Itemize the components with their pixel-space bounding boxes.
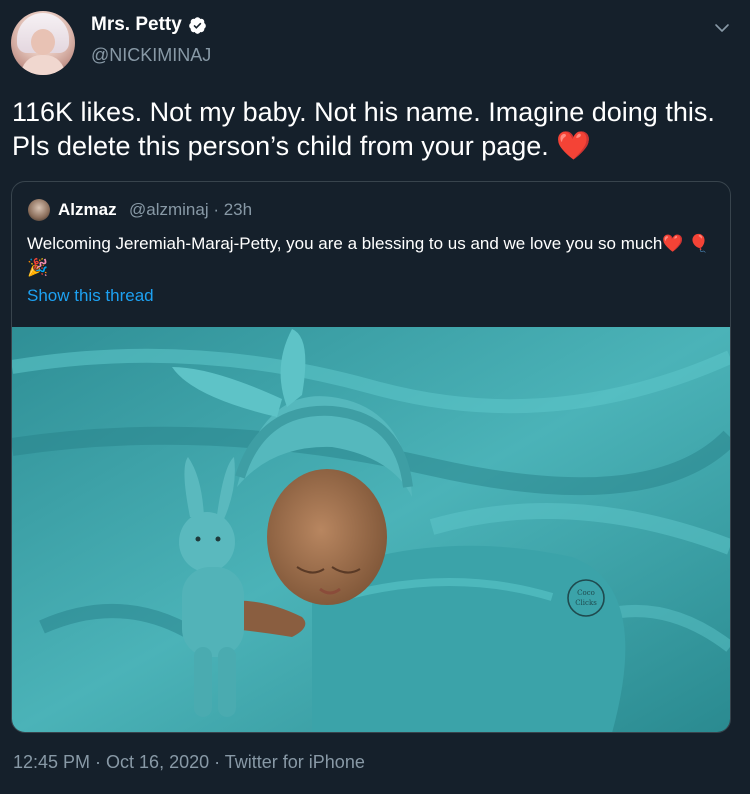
quoted-author-handle[interactable]: @alzminaj · 23h — [129, 200, 252, 220]
author-display-name[interactable]: Mrs. Petty — [91, 14, 207, 36]
baby-photo[interactable]: Coco Clicks — [12, 327, 730, 733]
tweet-timestamp[interactable]: 12:45 PM · Oct 16, 2020 · Twitter for iP… — [13, 752, 365, 773]
quoted-tweet[interactable]: Alzmaz @alzminaj · 23h Welcoming Jeremia… — [11, 181, 731, 733]
avatar-body — [21, 55, 65, 75]
photo-watermark-2: Clicks — [575, 599, 597, 607]
quoted-author-avatar[interactable] — [28, 199, 50, 221]
chevron-down-icon[interactable] — [714, 20, 730, 36]
author-avatar[interactable] — [11, 11, 75, 75]
show-thread-link[interactable]: Show this thread — [27, 286, 154, 306]
author-name-text[interactable]: Mrs. Petty — [91, 14, 182, 36]
tweet-text: 116K likes. Not my baby. Not his name. I… — [12, 97, 715, 161]
quoted-tweet-body: Welcoming Jeremiah-Maraj-Petty, you are … — [27, 232, 717, 280]
verified-badge-icon — [188, 16, 206, 34]
quoted-author-name[interactable]: Alzmaz — [58, 200, 117, 220]
tweet-body: 116K likes. Not my baby. Not his name. I… — [12, 96, 732, 163]
author-handle[interactable]: @NICKIMINAJ — [91, 45, 211, 66]
avatar-face — [31, 29, 55, 55]
photo-watermark: Coco — [577, 589, 595, 597]
quoted-tweet-text: Welcoming Jeremiah-Maraj-Petty, you are … — [27, 234, 663, 253]
tweet-card: Mrs. Petty @NICKIMINAJ 116K likes. Not m… — [0, 0, 750, 794]
red-heart-emoji: ❤️ — [556, 130, 592, 161]
